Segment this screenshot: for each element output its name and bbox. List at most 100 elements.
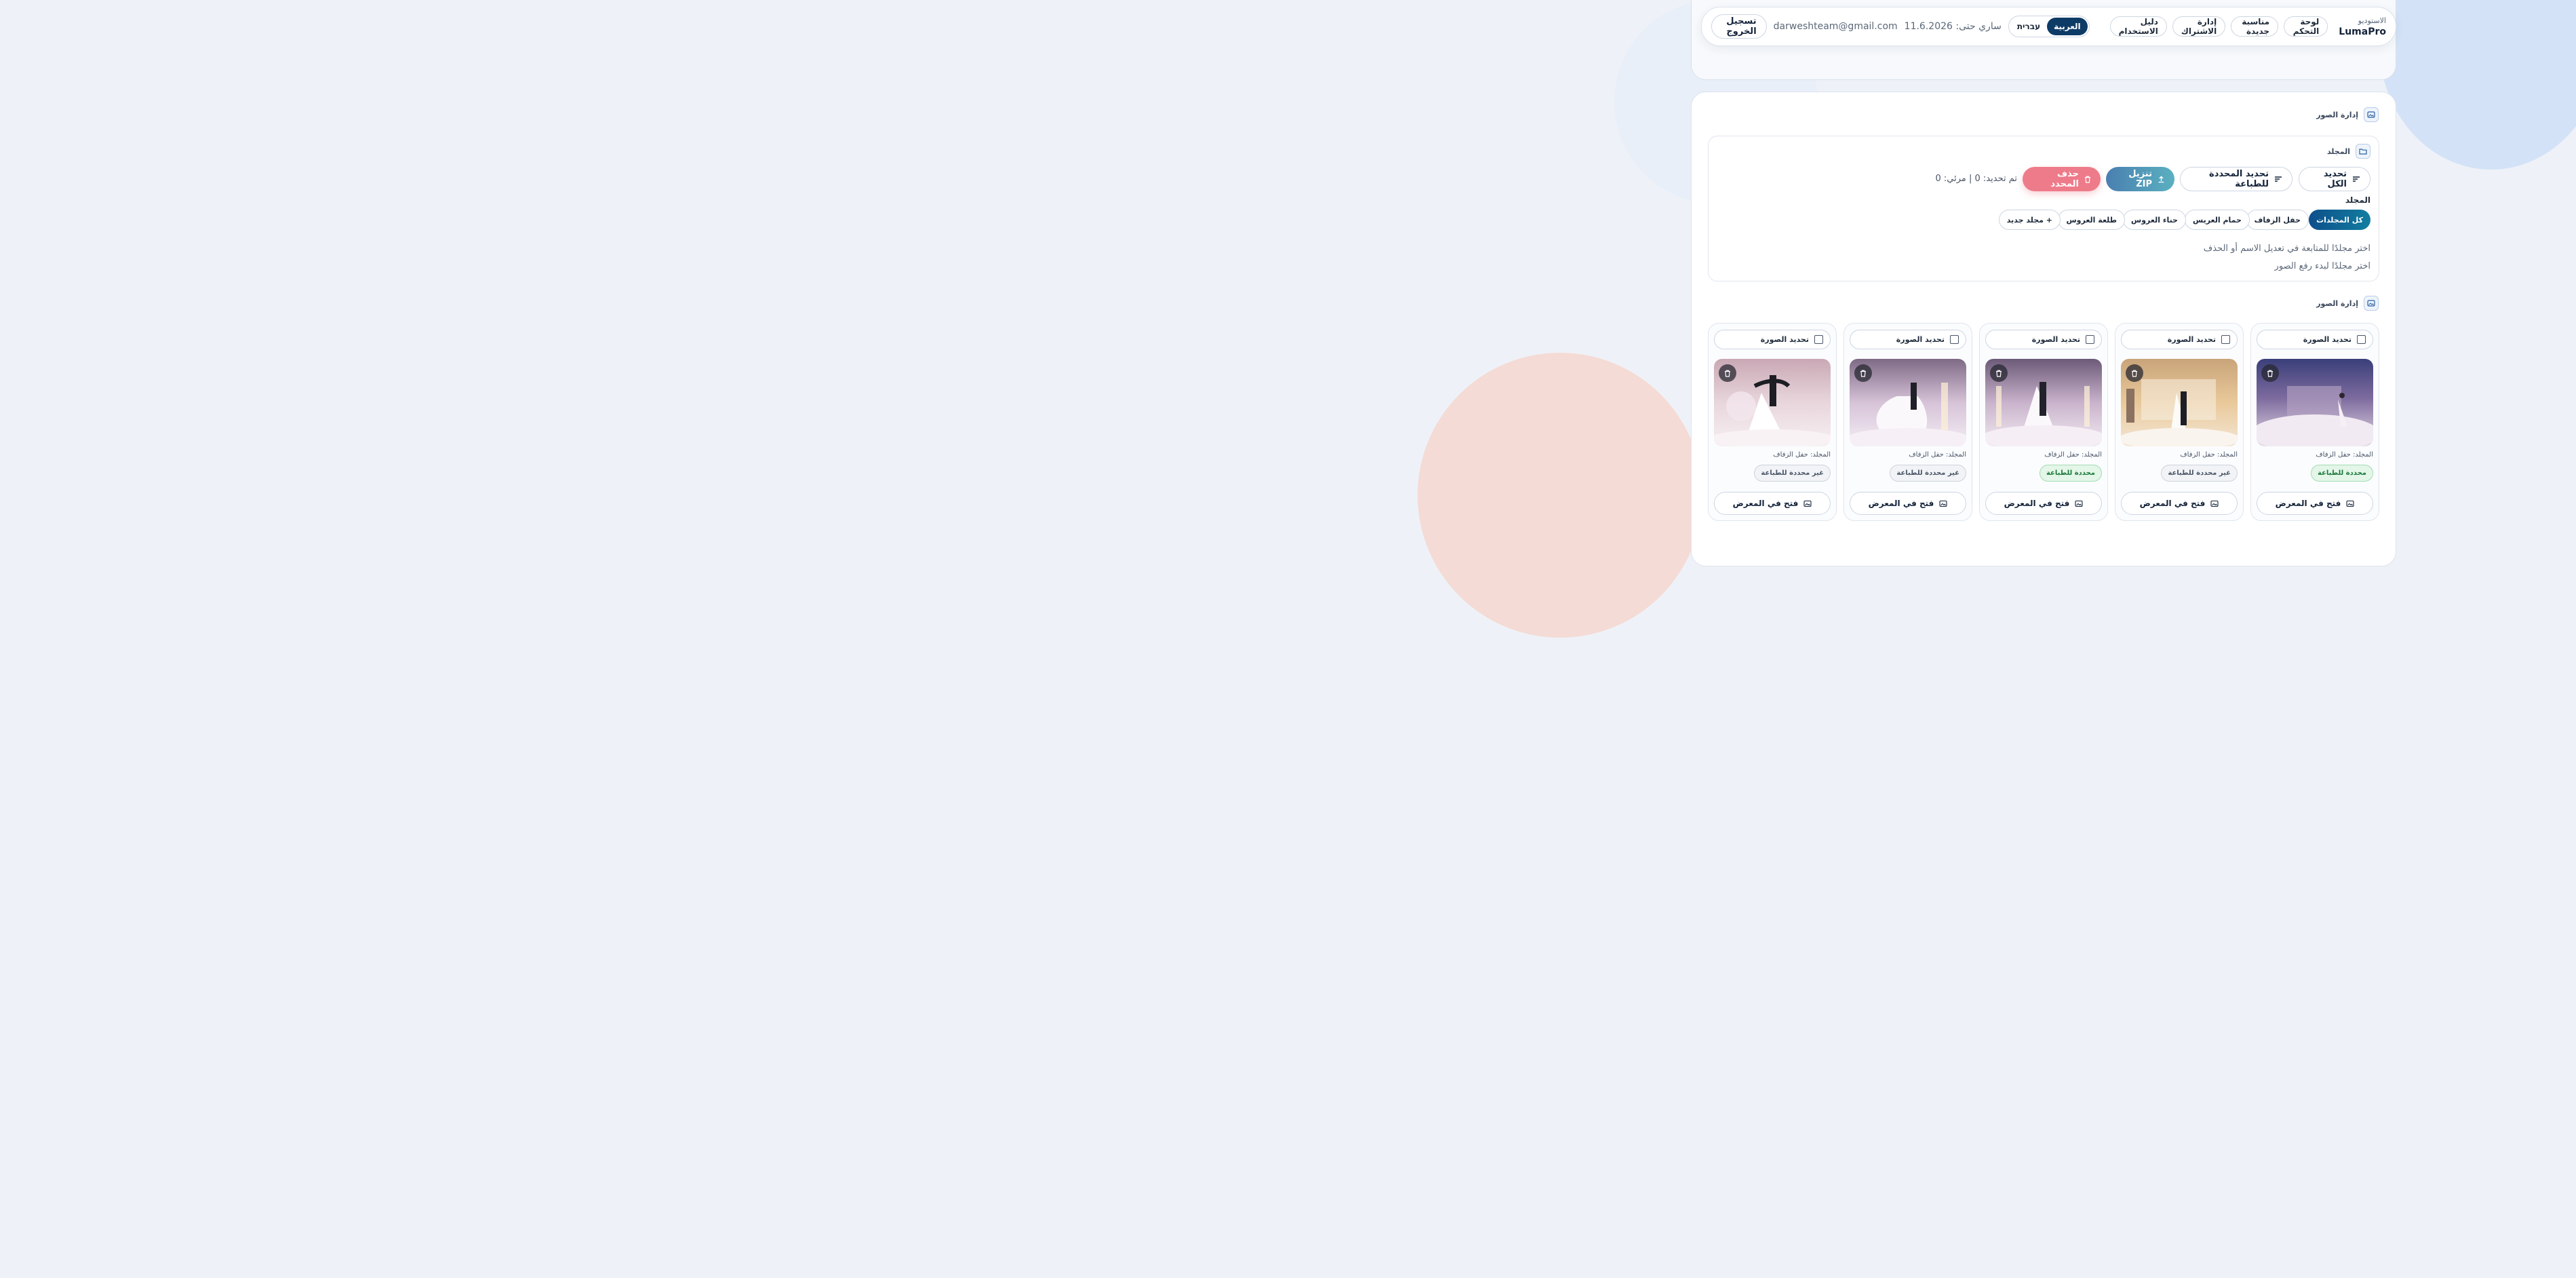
open-in-gallery-button[interactable]: فتح في المعرض — [1850, 492, 1966, 515]
wedding-photo[interactable] — [2121, 359, 2238, 446]
folder-panel — [1708, 136, 2379, 282]
photo-checkbox[interactable] — [2086, 335, 2094, 344]
open-in-gallery-label: فتح في المعرض — [1868, 499, 1934, 508]
open-in-gallery-label: فتح في المعرض — [2139, 499, 2206, 508]
photo-card: تحديد الصورة المجلد: حفل الزفاف غير محدد… — [1708, 323, 1837, 521]
photo-folder: المجلد: حفل الزفاف — [2180, 451, 2238, 459]
select-photo-toggle[interactable]: تحديد الصورة — [2121, 330, 2238, 349]
lang-arabic-option[interactable]: العربية — [2047, 18, 2088, 35]
language-toggle: العربية עברית — [2008, 16, 2090, 37]
image-icon — [2075, 500, 2083, 507]
select-photo-toggle[interactable]: تحديد الصورة — [2257, 330, 2373, 349]
download-zip-label: تنزيل ZIP — [2128, 169, 2152, 189]
delete-photo-button[interactable] — [2261, 364, 2279, 382]
open-in-gallery-label: فتح في المعرض — [2275, 499, 2341, 508]
sort-lines-icon — [2274, 176, 2282, 182]
image-icon — [1803, 500, 1812, 507]
select-photo-toggle[interactable]: تحديد الصورة — [1850, 330, 1966, 349]
folder-edit-hint: اختر مجلدًا للمتابعة في تعديل الاسم أو ا… — [2203, 244, 2370, 254]
open-in-gallery-label: فتح في المعرض — [2004, 499, 2070, 508]
folder-panel-title: المجلد — [2326, 147, 2350, 156]
sort-lines-icon — [2352, 176, 2360, 182]
upload-icon — [2158, 175, 2165, 183]
user-email: darweshteam@gmail.com — [1773, 21, 1898, 32]
photo-card: تحديد الصورة المجلد: حفل الزفاف غير محدد… — [2115, 323, 2244, 521]
wedding-photo[interactable] — [1714, 359, 1831, 446]
photo-card: تحديد الصورة المجلد: حفل الزفاف محددة لل… — [2250, 323, 2379, 521]
select-print-label: تحديد المحددة للطباعة — [2209, 169, 2269, 189]
top-navbar: الاستوديو LumaPro لوحة التحكم مناسبة جدي… — [1701, 7, 2396, 46]
folder-icon — [2356, 144, 2370, 159]
open-in-gallery-button[interactable]: فتح في المعرض — [2257, 492, 2373, 515]
select-all-label: تحديد الكل — [2323, 169, 2347, 189]
trash-icon — [2084, 176, 2091, 183]
print-status-badge: غير محددة للطباعة — [1890, 465, 1966, 482]
nav-subscription-button[interactable]: إدارة الاشتراك — [2172, 16, 2226, 37]
folder-panel-header: المجلد — [2327, 144, 2370, 159]
photo-folder: المجلد: حفل الزفاف — [1773, 451, 1831, 459]
wedding-photo[interactable] — [2257, 359, 2373, 446]
print-status-badge: محددة للطباعة — [2039, 465, 2102, 482]
delete-photo-button[interactable] — [1990, 364, 2008, 382]
image-icon — [1939, 500, 1947, 507]
folder-chip-wedding[interactable]: حفل الزفاف — [2246, 210, 2309, 230]
select-print-button[interactable]: تحديد المحددة للطباعة — [2180, 167, 2292, 191]
select-photo-label: تحديد الصورة — [1760, 335, 1809, 344]
delete-photo-button[interactable] — [1854, 364, 1872, 382]
photo-card: تحديد الصورة المجلد: حفل الزفاف محددة لل… — [1979, 323, 2108, 521]
image-icon — [2364, 107, 2379, 122]
brand-caption: الاستوديو — [2358, 16, 2386, 25]
folder-filter-label: المجلد — [2345, 195, 2370, 205]
subscription-validity: ساري حتى: 11.6.2026 — [1904, 21, 2002, 32]
selection-count: تم تحديد: 0 | مرئي: 0 — [1935, 174, 2017, 184]
photo-checkbox[interactable] — [2357, 335, 2366, 344]
select-photo-label: تحديد الصورة — [1896, 335, 1945, 344]
image-icon — [2210, 500, 2219, 507]
folder-upload-hint: اختر مجلدًا لبدء رفع الصور — [2274, 261, 2370, 271]
open-in-gallery-button[interactable]: فتح في المعرض — [1985, 492, 2102, 515]
print-status-badge: غير محددة للطباعة — [2161, 465, 2238, 482]
new-folder-button[interactable]: + مجلد جديد — [1998, 210, 2061, 230]
wedding-photo[interactable] — [1985, 359, 2102, 446]
gallery-title: إدارة الصور — [2316, 298, 2358, 308]
download-zip-button[interactable]: تنزيل ZIP — [2106, 167, 2174, 191]
folder-chip-bride-exit[interactable]: طلعة العروس — [2058, 210, 2125, 230]
select-photo-label: تحديد الصورة — [2303, 335, 2351, 344]
folder-chip-all[interactable]: كل المجلدات — [2309, 210, 2370, 230]
photo-card: تحديد الصورة المجلد: حفل الزفاف غير محدد… — [1843, 323, 1972, 521]
nav-new-event-button[interactable]: مناسبة جديدة — [2231, 16, 2279, 37]
select-photo-toggle[interactable]: تحديد الصورة — [1714, 330, 1831, 349]
nav-dashboard-button[interactable]: لوحة التحكم — [2284, 16, 2328, 37]
image-icon — [2346, 500, 2354, 507]
open-in-gallery-label: فتح في المعرض — [1732, 499, 1799, 508]
wedding-photo[interactable] — [1850, 359, 1966, 446]
photo-checkbox[interactable] — [1814, 335, 1823, 344]
select-all-button[interactable]: تحديد الكل — [2299, 167, 2370, 191]
brand-name: LumaPro — [2339, 26, 2386, 37]
print-status-badge: غير محددة للطباعة — [1754, 465, 1831, 482]
photos-section-header: إدارة الصور — [2316, 107, 2379, 122]
delete-photo-button[interactable] — [2126, 364, 2143, 382]
delete-selected-button[interactable]: حذف المحدد — [2023, 167, 2101, 191]
open-in-gallery-button[interactable]: فتح في المعرض — [1714, 492, 1831, 515]
open-in-gallery-button[interactable]: فتح في المعرض — [2121, 492, 2238, 515]
logout-button[interactable]: تسجيل الخروج — [1711, 14, 1767, 39]
select-photo-toggle[interactable]: تحديد الصورة — [1985, 330, 2102, 349]
print-status-badge: محددة للطباعة — [2310, 465, 2373, 482]
photo-folder: المجلد: حفل الزفاف — [2044, 451, 2102, 459]
photo-folder: المجلد: حفل الزفاف — [2316, 451, 2373, 459]
photo-checkbox[interactable] — [1950, 335, 1959, 344]
photo-folder: المجلد: حفل الزفاف — [1909, 451, 1966, 459]
delete-selected-label: حذف المحدد — [2050, 169, 2079, 189]
nav-guide-button[interactable]: دليل الاستخدام — [2109, 16, 2167, 37]
image-icon — [2364, 296, 2379, 311]
select-photo-label: تحديد الصورة — [2031, 335, 2080, 344]
lang-hebrew-option[interactable]: עברית — [2010, 18, 2047, 35]
folder-chip-bride-henna[interactable]: حناء العروس — [2123, 210, 2186, 230]
section-title: إدارة الصور — [2316, 110, 2358, 119]
folder-chip-groom-bath[interactable]: حمام العريس — [2185, 210, 2250, 230]
delete-photo-button[interactable] — [1719, 364, 1736, 382]
select-photo-label: تحديد الصورة — [2167, 335, 2216, 344]
photo-checkbox[interactable] — [2221, 335, 2230, 344]
gallery-section-header: إدارة الصور — [2316, 296, 2379, 311]
